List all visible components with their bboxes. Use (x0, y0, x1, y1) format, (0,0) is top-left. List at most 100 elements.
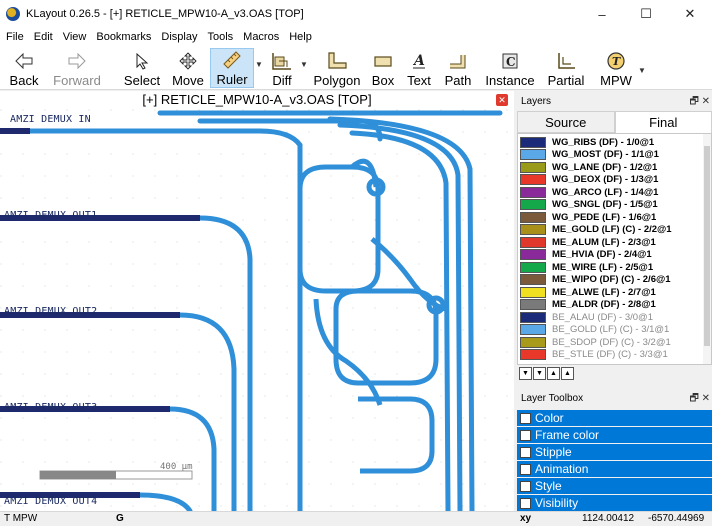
partial-button[interactable]: Partial (542, 48, 590, 88)
dock-float-close-icon[interactable]: 🗗 ✕ (689, 390, 710, 408)
menu-view[interactable]: View (63, 31, 87, 43)
klayout-app-icon (6, 7, 20, 21)
minimize-button[interactable]: – (580, 0, 624, 28)
menu-tools[interactable]: Tools (207, 31, 233, 43)
layer-row[interactable]: BE_GOLD (LF) (C) - 3/1@1 (520, 324, 669, 336)
box-button[interactable]: Box (368, 48, 398, 88)
diff-button[interactable]: Diff (264, 48, 300, 88)
path-icon (448, 51, 468, 71)
layer-row[interactable]: WG_SNGL (DF) - 1/5@1 (520, 199, 658, 211)
layer-color-swatch (520, 286, 546, 298)
move-label: Move (172, 73, 204, 88)
layer-row[interactable]: WG_LANE (DF) - 1/2@1 (520, 161, 657, 173)
menu-bookmarks[interactable]: Bookmarks (96, 31, 151, 43)
box-icon (373, 51, 393, 71)
box-label: Box (371, 73, 395, 88)
layer-row[interactable]: WG_PEDE (LF) - 1/6@1 (520, 211, 656, 223)
scale-bar (39, 470, 193, 480)
label-demux-in: AMZI DEMUX IN (10, 114, 91, 125)
layer-tabs: Source Final (517, 111, 712, 133)
menu-edit[interactable]: Edit (34, 31, 53, 43)
layer-color-swatch (520, 299, 546, 310)
back-button[interactable]: Back (4, 48, 44, 88)
toolbox-stipple[interactable]: Stipple (517, 444, 712, 460)
expand-checkbox[interactable] (520, 497, 531, 509)
move-up-icon[interactable]: ▲ (547, 367, 560, 380)
coord-y: -6570.44969 (648, 513, 705, 524)
layer-row[interactable]: ME_WIRE (LF) - 2/5@1 (520, 261, 653, 273)
forward-button[interactable]: Forward (52, 48, 102, 88)
layer-row[interactable]: ME_ALDR (DF) - 2/8@1 (520, 299, 656, 311)
layer-row[interactable]: WG_MOST (DF) - 1/1@1 (520, 149, 659, 161)
path-button[interactable]: Path (442, 48, 474, 88)
select-button[interactable]: Select (120, 48, 164, 88)
dock-float-close-icon[interactable]: 🗗 ✕ (689, 93, 710, 111)
layout-view[interactable]: [+] RETICLE_MPW10-A_v3.OAS [TOP] ✕ AMZI … (0, 91, 514, 511)
text-button[interactable]: A Text (404, 48, 434, 88)
layer-row[interactable]: ME_HVIA (DF) - 2/4@1 (520, 249, 652, 261)
menu-display[interactable]: Display (161, 31, 197, 43)
move-button[interactable]: Move (168, 48, 208, 88)
tab-source[interactable]: Source (517, 111, 615, 133)
layer-color-swatch (520, 349, 546, 360)
layer-color-swatch (520, 211, 546, 223)
layer-row[interactable]: WG_DEOX (DF) - 1/3@1 (520, 174, 658, 186)
menu-help[interactable]: Help (289, 31, 312, 43)
ruler-dropdown-icon[interactable]: ▼ (255, 60, 263, 69)
toolbox-visibility[interactable]: Visibility (517, 495, 712, 511)
mpw-dropdown-icon[interactable]: ▼ (638, 66, 646, 75)
layer-list[interactable]: WG_RIBS (DF) - 1/0@1 WG_MOST (DF) - 1/1@… (517, 133, 712, 365)
menu-bar: File Edit View Bookmarks Display Tools M… (0, 28, 712, 46)
expand-checkbox[interactable] (520, 412, 531, 424)
layer-color-swatch (520, 161, 546, 173)
move-down-icon[interactable]: ▼ (533, 367, 546, 380)
layer-row[interactable]: ME_WIPO (DF) (C) - 2/6@1 (520, 274, 671, 286)
tab-final[interactable]: Final (614, 111, 712, 133)
close-button[interactable]: ✕ (668, 0, 712, 28)
layer-order-buttons: ▼ ▼ ▲ ▲ (519, 367, 575, 380)
back-label: Back (9, 73, 39, 88)
polygon-button[interactable]: Polygon (312, 48, 362, 88)
label-demux-out1: AMZI DEMUX OUT1 (4, 210, 98, 221)
toolbox-color[interactable]: Color (517, 410, 712, 426)
toolbox-style[interactable]: Style (517, 478, 712, 494)
layer-list-scrollbar[interactable] (703, 134, 711, 364)
layer-row[interactable]: BE_ALAU (DF) - 3/0@1 (520, 311, 653, 323)
layer-row[interactable]: ME_ALUM (LF) - 2/3@1 (520, 236, 656, 248)
expand-checkbox[interactable] (520, 463, 531, 475)
svg-text:A: A (412, 53, 425, 69)
scale-label: 400 µm (160, 462, 193, 472)
instance-button[interactable]: C Instance (482, 48, 538, 88)
toolbox-frame-color[interactable]: Frame color (517, 427, 712, 443)
menu-file[interactable]: File (6, 31, 24, 43)
mpw-label: MPW (600, 73, 632, 88)
layer-row[interactable]: WG_ARCO (LF) - 1/4@1 (520, 186, 658, 198)
layers-dock-title: Layers 🗗 ✕ (517, 93, 712, 111)
expand-checkbox[interactable] (520, 480, 531, 492)
select-label: Select (123, 73, 161, 88)
layer-row[interactable]: WG_RIBS (DF) - 1/0@1 (520, 136, 654, 148)
expand-checkbox[interactable] (520, 446, 531, 458)
layer-row[interactable]: ME_GOLD (LF) (C) - 2/2@1 (520, 224, 672, 236)
diff-dropdown-icon[interactable]: ▼ (300, 60, 308, 69)
layer-color-swatch (520, 224, 546, 235)
maximize-button[interactable]: ☐ (624, 0, 668, 28)
mpw-logo-icon: T (606, 51, 626, 71)
layer-row[interactable]: BE_STLE (DF) (C) - 3/3@1 (520, 349, 668, 361)
menu-macros[interactable]: Macros (243, 31, 279, 43)
layer-row[interactable]: BE_SDOP (DF) (C) - 3/2@1 (520, 336, 671, 348)
toolbox-animation[interactable]: Animation (517, 461, 712, 477)
mpw-button[interactable]: T MPW (598, 48, 634, 88)
expand-checkbox[interactable] (520, 429, 531, 441)
forward-label: Forward (53, 73, 101, 88)
move-to-top-icon[interactable]: ▲ (561, 367, 574, 380)
move-to-bottom-icon[interactable]: ▼ (519, 367, 532, 380)
scrollbar-thumb[interactable] (704, 146, 710, 346)
label-demux-out4: AMZI DEMUX OUT4 (4, 496, 98, 507)
move-arrows-icon (179, 51, 197, 71)
layer-row[interactable]: ME_ALWE (LF) - 2/7@1 (520, 286, 656, 298)
ruler-button[interactable]: Ruler (210, 48, 254, 88)
close-layout-icon[interactable]: ✕ (496, 94, 508, 106)
status-mode: T MPW (4, 513, 38, 524)
main-toolbar: Back Forward Select Move Ruler ▼ Diff ▼ (0, 46, 712, 90)
